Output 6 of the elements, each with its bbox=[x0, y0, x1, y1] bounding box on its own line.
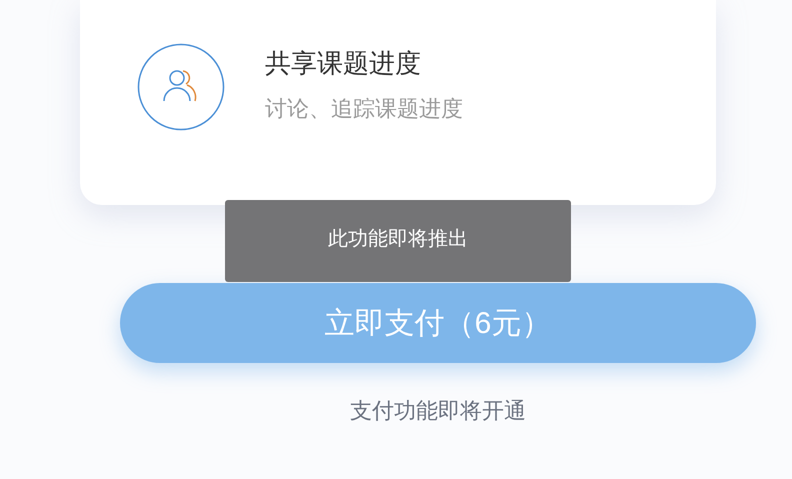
payment-note: 支付功能即将开通 bbox=[350, 397, 526, 425]
toast: 此功能即将推出 bbox=[225, 200, 571, 282]
pay-button[interactable]: 立即支付（6元） bbox=[120, 283, 756, 363]
card-subtitle: 讨论、追踪课题进度 bbox=[265, 95, 463, 123]
people-icon bbox=[137, 43, 225, 131]
card-title: 共享课题进度 bbox=[265, 47, 422, 80]
